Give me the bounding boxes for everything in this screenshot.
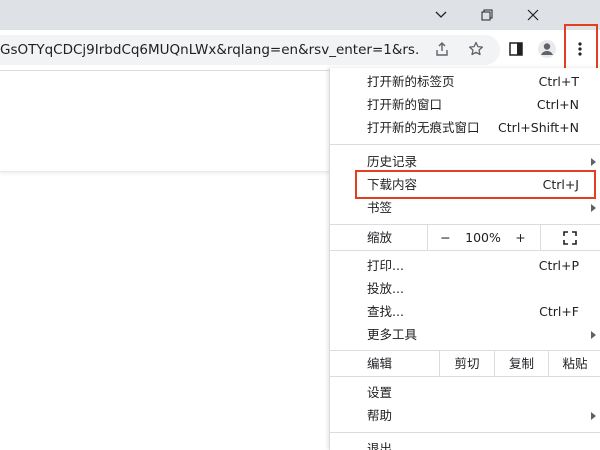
menu-label: 书签 (367, 200, 393, 215)
menu-item-settings[interactable]: 设置 (330, 381, 600, 404)
menu-item-print[interactable]: 打印... Ctrl+P (330, 254, 600, 277)
edit-row: 编辑 剪切 复制 粘贴 (330, 351, 600, 376)
menu-item-new-window[interactable]: 打开新的窗口 Ctrl+N (330, 93, 600, 116)
zoom-in-button[interactable]: + (503, 225, 538, 250)
menu-separator (330, 144, 600, 145)
profile-icon[interactable] (533, 35, 561, 63)
menu-shortcut: Ctrl+Shift+N (498, 120, 579, 135)
submenu-arrow-icon (591, 412, 596, 420)
menu-label: 打开新的标签页 (367, 74, 455, 89)
menu-label: 打印... (367, 258, 404, 273)
submenu-arrow-icon (591, 331, 596, 339)
menu-separator (330, 250, 600, 251)
menu-label: 打开新的无痕式窗口 (367, 120, 480, 135)
menu-item-cast[interactable]: 投放... (330, 277, 600, 300)
menu-label: 退出 (367, 441, 393, 450)
menu-item-more-tools[interactable]: 更多工具 (330, 323, 600, 346)
restore-icon[interactable] (464, 0, 510, 30)
url-text[interactable]: GsOTYqCDCj9IrbdCq6MUQnLWx&rqlang=en&rsv_… (0, 35, 420, 65)
copy-button[interactable]: 复制 (495, 351, 548, 376)
submenu-arrow-icon (591, 204, 596, 212)
page-content (0, 70, 330, 172)
menu-item-help[interactable]: 帮助 (330, 404, 600, 427)
side-panel-icon[interactable] (502, 35, 530, 63)
bookmark-star-icon[interactable] (462, 35, 490, 63)
toolbar: GsOTYqCDCj9IrbdCq6MUQnLWx&rqlang=en&rsv_… (0, 30, 600, 70)
cut-button[interactable]: 剪切 (440, 351, 494, 376)
zoom-label: 缩放 (367, 230, 393, 245)
close-icon[interactable] (510, 0, 556, 30)
menu-label: 打开新的窗口 (367, 97, 443, 112)
menu-label: 帮助 (367, 408, 393, 423)
menu-label: 设置 (367, 385, 393, 400)
zoom-row: 缩放 − 100% + (330, 225, 600, 250)
fullscreen-icon[interactable] (556, 225, 584, 250)
menu-separator (330, 376, 600, 377)
menu-item-find[interactable]: 查找... Ctrl+F (330, 300, 600, 323)
browser-menu: 打开新的标签页 Ctrl+T 打开新的窗口 Ctrl+N 打开新的无痕式窗口 C… (329, 68, 600, 450)
minimize-icon[interactable] (418, 0, 464, 30)
menu-shortcut: Ctrl+P (538, 258, 579, 273)
zoom-out-button[interactable]: − (428, 225, 463, 250)
submenu-arrow-icon (591, 158, 596, 166)
menu-shortcut: Ctrl+F (539, 304, 579, 319)
highlight-menu-button (564, 24, 598, 73)
edit-label: 编辑 (367, 356, 393, 371)
divider (540, 225, 541, 250)
menu-label: 投放... (367, 281, 404, 296)
highlight-downloads-item (355, 170, 596, 199)
share-icon[interactable] (428, 35, 456, 63)
zoom-level: 100% (465, 230, 501, 245)
address-bar[interactable]: GsOTYqCDCj9IrbdCq6MUQnLWx&rqlang=en&rsv_… (0, 35, 500, 65)
menu-label: 更多工具 (367, 327, 418, 342)
menu-shortcut: Ctrl+T (538, 74, 579, 89)
title-bar (0, 0, 600, 30)
menu-item-exit[interactable]: 退出 (330, 437, 600, 450)
menu-item-incognito[interactable]: 打开新的无痕式窗口 Ctrl+Shift+N (330, 116, 600, 139)
paste-button[interactable]: 粘贴 (549, 351, 600, 376)
menu-separator (330, 432, 600, 433)
menu-item-new-tab[interactable]: 打开新的标签页 Ctrl+T (330, 70, 600, 93)
menu-shortcut: Ctrl+N (536, 97, 579, 112)
menu-label: 查找... (367, 304, 404, 319)
menu-item-bookmarks[interactable]: 书签 (330, 196, 600, 219)
